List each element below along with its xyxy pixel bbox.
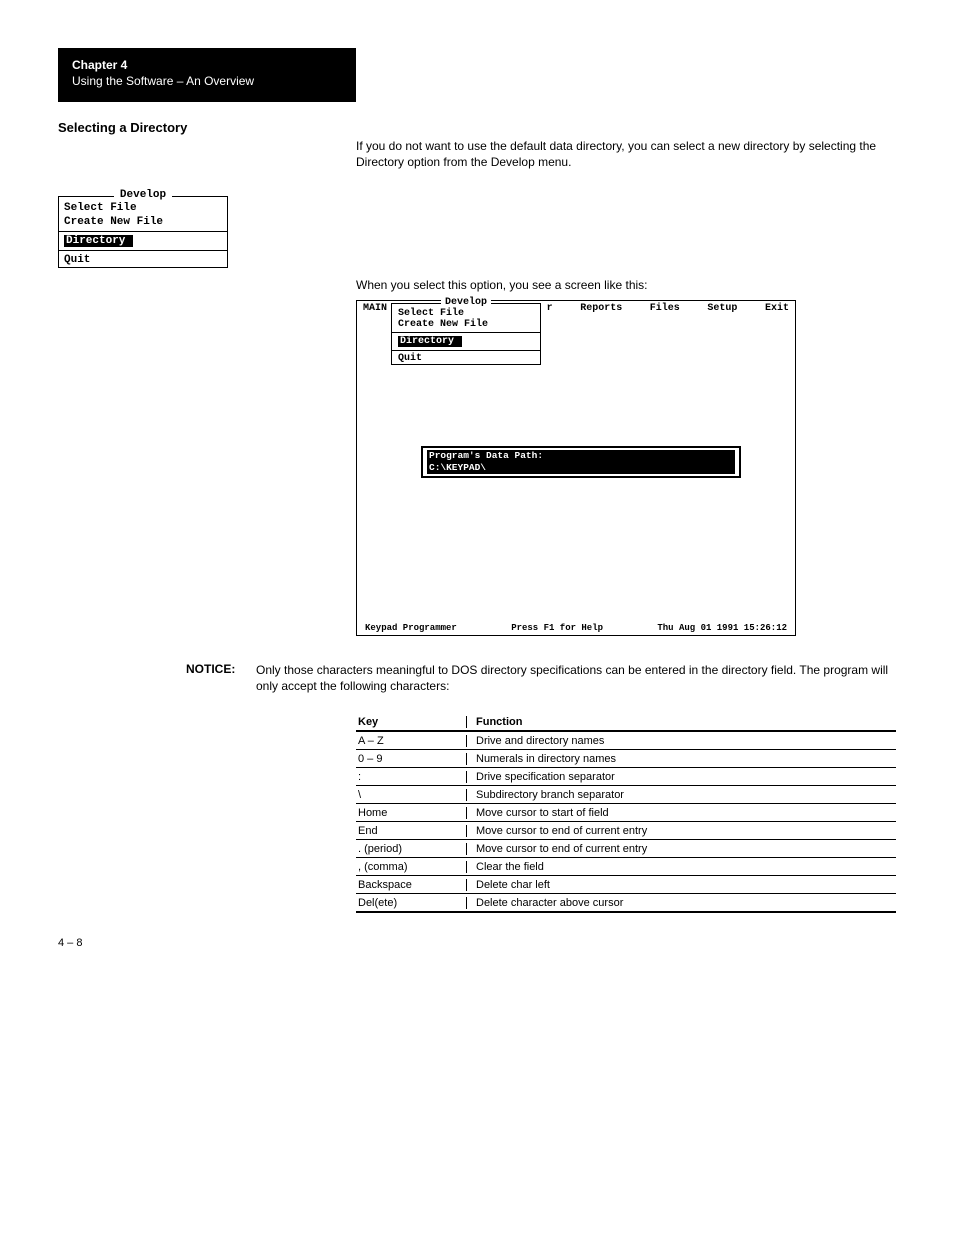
dropdown-create-new[interactable]: Create New File xyxy=(392,319,540,330)
table-row: , (comma)Clear the field xyxy=(356,858,896,876)
table-row: A – ZDrive and directory names xyxy=(356,732,896,750)
status-mid: Press F1 for Help xyxy=(511,623,603,633)
table-row: HomeMove cursor to start of field xyxy=(356,804,896,822)
table-row: 0 – 9Numerals in directory names xyxy=(356,750,896,768)
status-right: Thu Aug 01 1991 15:26:12 xyxy=(657,623,787,633)
data-path-box: Program's Data Path: C:\KEYPAD\ xyxy=(421,446,741,478)
key-function-table: Key Function A – ZDrive and directory na… xyxy=(356,716,896,913)
status-left: Keypad Programmer xyxy=(365,623,457,633)
develop-menu-small: Develop Select File Create New File Dire… xyxy=(58,196,228,268)
table-row: Del(ete)Delete character above cursor xyxy=(356,894,896,913)
small-menu-item[interactable]: Create New File xyxy=(59,215,227,229)
small-menu-title: Develop xyxy=(114,189,172,201)
dropdown-title: Develop xyxy=(441,297,491,308)
notice-label: NOTICE: xyxy=(186,662,256,694)
table-row: :Drive specification separator xyxy=(356,768,896,786)
notice-text: Only those characters meaningful to DOS … xyxy=(256,662,896,694)
menubar-exit[interactable]: Exit xyxy=(765,303,789,314)
when-select-text: When you select this option, you see a s… xyxy=(356,278,896,294)
dropdown-quit[interactable]: Quit xyxy=(392,353,540,364)
chapter-title: Using the Software – An Overview xyxy=(72,74,342,88)
develop-dropdown: Develop Select File Create New File Dire… xyxy=(391,303,541,365)
intro-paragraph: If you do not want to use the default da… xyxy=(356,139,896,170)
chapter-label: Chapter 4 xyxy=(72,58,342,72)
col-key: Key xyxy=(356,716,466,728)
menubar-files[interactable]: Files xyxy=(650,303,680,314)
path-label: Program's Data Path: xyxy=(427,450,735,462)
small-menu-directory[interactable]: Directory xyxy=(64,235,133,247)
page-number: 4 – 8 xyxy=(58,937,896,949)
small-menu-quit[interactable]: Quit xyxy=(59,253,227,267)
table-row: . (period)Move cursor to end of current … xyxy=(356,840,896,858)
table-row: BackspaceDelete char left xyxy=(356,876,896,894)
table-row: \Subdirectory branch separator xyxy=(356,786,896,804)
menubar-reports[interactable]: Reports xyxy=(580,303,622,314)
dropdown-directory[interactable]: Directory xyxy=(398,336,462,347)
col-function: Function xyxy=(468,716,896,728)
menubar-setup[interactable]: Setup xyxy=(707,303,737,314)
small-menu-item[interactable]: Select File xyxy=(59,201,227,215)
screenshot-box: MAIN r Reports Files Setup Exit Develop … xyxy=(356,300,796,636)
section-heading: Selecting a Directory xyxy=(58,120,896,135)
table-row: EndMove cursor to end of current entry xyxy=(356,822,896,840)
dropdown-select-file[interactable]: Select File xyxy=(392,308,540,319)
menubar-main[interactable]: MAIN xyxy=(363,303,387,314)
chapter-header: Chapter 4 Using the Software – An Overvi… xyxy=(58,48,356,102)
path-input[interactable]: C:\KEYPAD\ xyxy=(427,462,735,474)
menubar-r[interactable]: r xyxy=(547,303,553,314)
